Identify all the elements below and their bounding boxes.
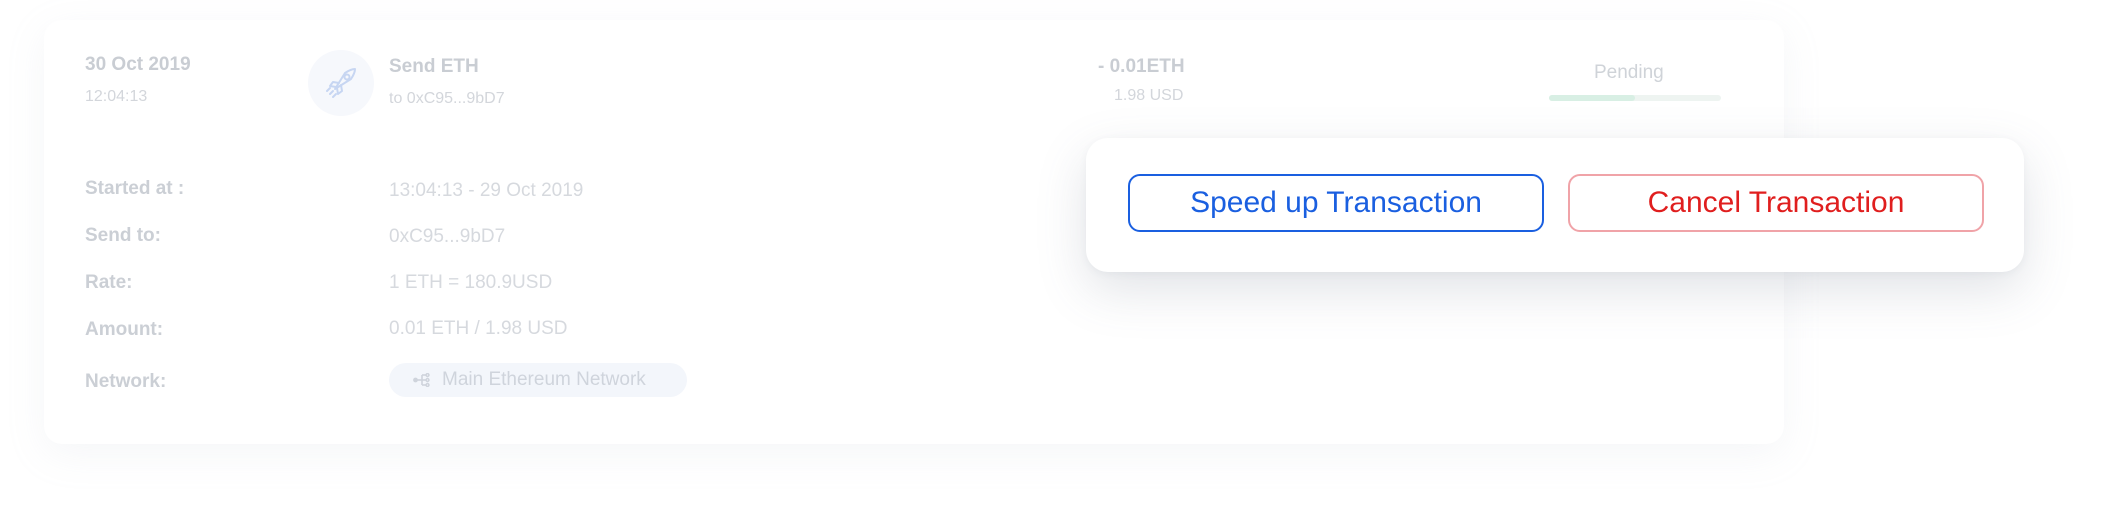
rate-label: Rate: <box>85 272 133 293</box>
amount-value: 0.01 ETH / 1.98 USD <box>389 318 568 339</box>
network-label: Network: <box>85 371 167 392</box>
send-to-value: 0xC95...9bD7 <box>389 226 506 247</box>
started-at-label: Started at : <box>85 178 185 199</box>
screen: 30 Oct 2019 12:04:13 Send ETH to 0xC95..… <box>0 0 2109 516</box>
transaction-icon-badge <box>308 50 374 116</box>
network-value: Main Ethereum Network <box>442 369 646 390</box>
status-label: Pending <box>1594 62 1664 83</box>
rate-value: 1 ETH = 180.9USD <box>389 272 553 293</box>
transaction-recipient: to 0xC95...9bD7 <box>389 90 505 107</box>
transaction-date: 30 Oct 2019 <box>85 54 191 75</box>
transaction-actions-popover: Speed up Transaction Cancel Transaction <box>1086 138 2024 272</box>
transaction-amount: - 0.01ETH <box>1098 56 1185 77</box>
started-at-value: 13:04:13 - 29 Oct 2019 <box>389 180 584 201</box>
amount-label: Amount: <box>85 319 164 340</box>
speed-up-transaction-button[interactable]: Speed up Transaction <box>1128 174 1544 232</box>
send-to-label: Send to: <box>85 225 161 246</box>
cancel-transaction-button[interactable]: Cancel Transaction <box>1568 174 1984 232</box>
status-progress-fill <box>1549 95 1635 101</box>
network-badge: Main Ethereum Network <box>389 363 687 397</box>
transaction-amount-usd: 1.98 USD <box>1114 87 1184 104</box>
transaction-title: Send ETH <box>389 56 479 77</box>
status-progress-bar <box>1549 95 1721 101</box>
network-icon <box>413 373 430 387</box>
rocket-icon <box>326 68 356 98</box>
transaction-time: 12:04:13 <box>85 88 148 105</box>
